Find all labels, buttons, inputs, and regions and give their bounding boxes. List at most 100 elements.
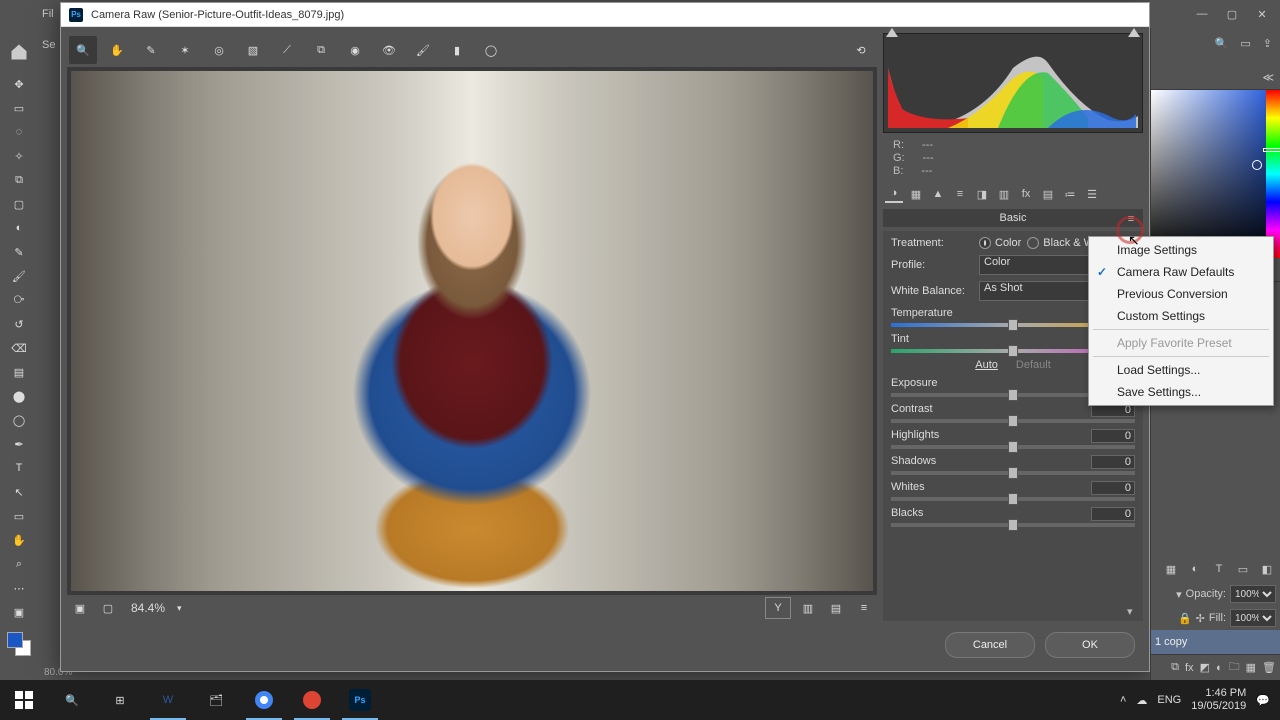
graduated-filter-tool-icon[interactable]: ▮ — [443, 36, 471, 64]
zoom-100-icon[interactable]: ▢ — [97, 597, 119, 619]
mask-icon[interactable]: ◐ — [1186, 560, 1204, 578]
link-layers-icon[interactable]: ⧉ — [1171, 661, 1179, 674]
shadows-input[interactable] — [891, 471, 1135, 475]
menu-save-settings[interactable]: Save Settings... — [1089, 381, 1273, 403]
share-icon[interactable]: ⇪ — [1263, 37, 1272, 50]
lasso-tool-icon[interactable]: ◌ — [7, 120, 31, 144]
targeted-adjustment-tool-icon[interactable]: ◎ — [205, 36, 233, 64]
tab-calibration-icon[interactable]: ▤ — [1039, 185, 1057, 203]
auto-link[interactable]: Auto — [975, 359, 998, 371]
blacks-input[interactable] — [891, 523, 1135, 527]
type-tool-icon[interactable]: T — [7, 456, 31, 480]
opacity-select[interactable]: 100% — [1230, 585, 1276, 603]
overlay-icon[interactable]: ◧ — [1258, 560, 1276, 578]
search-taskbar-icon[interactable]: 🔍 — [48, 680, 96, 720]
marquee-tool-icon[interactable]: ▭ — [7, 96, 31, 120]
search-icon[interactable]: 🔍 — [1215, 37, 1229, 50]
whites-input[interactable] — [891, 497, 1135, 501]
tab-snapshots-icon[interactable]: ☰ — [1083, 185, 1101, 203]
dodge-tool-icon[interactable]: ◯ — [7, 408, 31, 432]
straighten-tool-icon[interactable]: ⟋ — [273, 36, 301, 64]
lock-all-icon[interactable]: 🔒 — [1178, 612, 1192, 625]
tab-tone-curve-icon[interactable]: ▦ — [907, 185, 925, 203]
frame-tool-icon[interactable]: ▢ — [7, 192, 31, 216]
tab-hsl-icon[interactable]: ≡ — [951, 185, 969, 203]
tray-input-lang[interactable]: ENG — [1157, 694, 1181, 706]
menu-custom-settings[interactable]: Custom Settings — [1089, 305, 1273, 327]
highlights-input[interactable] — [891, 445, 1135, 449]
menu-image-settings[interactable]: Image Settings — [1089, 239, 1273, 261]
ok-button[interactable]: OK — [1045, 632, 1135, 658]
close-icon[interactable]: ✕ — [1254, 6, 1270, 22]
radial-filter-tool-icon[interactable]: ◯ — [477, 36, 505, 64]
layer-mask-icon[interactable]: ◩ — [1200, 661, 1210, 674]
path-select-tool-icon[interactable]: ↖ — [7, 480, 31, 504]
shadow-clip-warning-icon[interactable] — [886, 28, 898, 37]
pen-tool-icon[interactable]: ✒ — [7, 432, 31, 456]
color-picker[interactable] — [1151, 90, 1280, 258]
blend-mode-dropdown-icon[interactable]: ▾ — [1176, 588, 1182, 601]
tab-split-toning-icon[interactable]: ◨ — [973, 185, 991, 203]
workspace-icon[interactable]: ▭ — [1240, 37, 1250, 50]
red-eye-tool-icon[interactable]: 👁 — [375, 36, 403, 64]
adjustment-brush-tool-icon[interactable]: 🖌 — [409, 36, 437, 64]
group-icon[interactable]: 🗀 — [1229, 658, 1240, 677]
compare-menu-icon[interactable]: ≡ — [853, 597, 875, 619]
spot-removal-tool-icon[interactable]: ◉ — [341, 36, 369, 64]
eraser-tool-icon[interactable]: ⌫ — [7, 336, 31, 360]
magic-wand-tool-icon[interactable]: ✧ — [7, 144, 31, 168]
image-preview[interactable] — [71, 71, 873, 591]
recorder-taskbar-icon[interactable] — [288, 680, 336, 720]
panel-collapse-icon[interactable]: ≪ — [1262, 71, 1274, 84]
word-taskbar-icon[interactable]: W — [144, 680, 192, 720]
healing-brush-tool-icon[interactable]: ✎ — [7, 240, 31, 264]
compare-mode-1-icon[interactable]: ▥ — [797, 597, 819, 619]
start-button[interactable] — [0, 680, 48, 720]
cancel-button[interactable]: Cancel — [945, 632, 1035, 658]
zoom-tool-icon[interactable]: 🔍 — [69, 36, 97, 64]
move-tool-icon[interactable]: ✥ — [7, 72, 31, 96]
more-tools-icon[interactable]: ⋯ — [7, 576, 31, 600]
blur-tool-icon[interactable]: ⬤ — [7, 384, 31, 408]
eyedropper-tool-icon[interactable]: ◐ — [7, 216, 31, 240]
white-balance-tool-icon[interactable]: ✎ — [137, 36, 165, 64]
zoom-tool-icon[interactable]: ⌕ — [7, 552, 31, 576]
menu-camera-raw-defaults[interactable]: Camera Raw Defaults — [1089, 261, 1273, 283]
adjustment-layer-icon[interactable]: ◐ — [1216, 662, 1223, 674]
photoshop-taskbar-icon[interactable]: Ps — [336, 680, 384, 720]
quick-mask-icon[interactable]: ▣ — [7, 600, 31, 624]
tray-onedrive-icon[interactable]: ☁ — [1136, 694, 1147, 707]
menu-previous-conversion[interactable]: Previous Conversion — [1089, 283, 1273, 305]
layer-style-icon[interactable]: fx — [1185, 662, 1194, 674]
treatment-color-radio[interactable]: Color — [979, 237, 1021, 249]
compare-mode-2-icon[interactable]: ▤ — [825, 597, 847, 619]
gradient-tool-icon[interactable]: ▤ — [7, 360, 31, 384]
treatment-bw-radio[interactable]: Black & W — [1027, 237, 1094, 249]
tab-basic-icon[interactable]: ◑ — [885, 185, 903, 203]
crop-tool-icon[interactable]: ⧉ — [7, 168, 31, 192]
chrome-taskbar-icon[interactable] — [240, 680, 288, 720]
history-brush-tool-icon[interactable]: ↺ — [7, 312, 31, 336]
taskbar-clock[interactable]: 1:46 PM 19/05/2019 — [1191, 687, 1246, 712]
contrast-input[interactable] — [891, 419, 1135, 423]
tab-detail-icon[interactable]: ▲ — [929, 185, 947, 203]
crop-tool-icon[interactable]: ▧ — [239, 36, 267, 64]
before-after-toggle[interactable]: Y — [765, 597, 791, 619]
clone-stamp-tool-icon[interactable]: ⧂ — [7, 288, 31, 312]
hand-tool-icon[interactable]: ✋ — [103, 36, 131, 64]
vector-icon[interactable]: ▭ — [1234, 560, 1252, 578]
zoom-fit-icon[interactable]: ▣ — [69, 597, 91, 619]
tab-presets-icon[interactable]: ≔ — [1061, 185, 1079, 203]
task-view-icon[interactable]: ⊞ — [96, 680, 144, 720]
tab-lens-corrections-icon[interactable]: ▥ — [995, 185, 1013, 203]
notifications-icon[interactable]: 💬 — [1256, 694, 1270, 707]
shape-tool-icon[interactable]: ▭ — [7, 504, 31, 528]
tray-chevron-icon[interactable]: ˄ — [1120, 694, 1126, 706]
transform-tool-icon[interactable]: ⧉ — [307, 36, 335, 64]
trash-icon[interactable]: 🗑 — [1262, 661, 1276, 674]
new-layer-icon[interactable]: ▦ — [1246, 661, 1256, 674]
rotate-left-icon[interactable]: ⟲ — [847, 36, 875, 64]
color-sampler-tool-icon[interactable]: ✶ — [171, 36, 199, 64]
highlight-clip-warning-icon[interactable] — [1128, 28, 1140, 37]
hand-tool-icon[interactable]: ✋ — [7, 528, 31, 552]
